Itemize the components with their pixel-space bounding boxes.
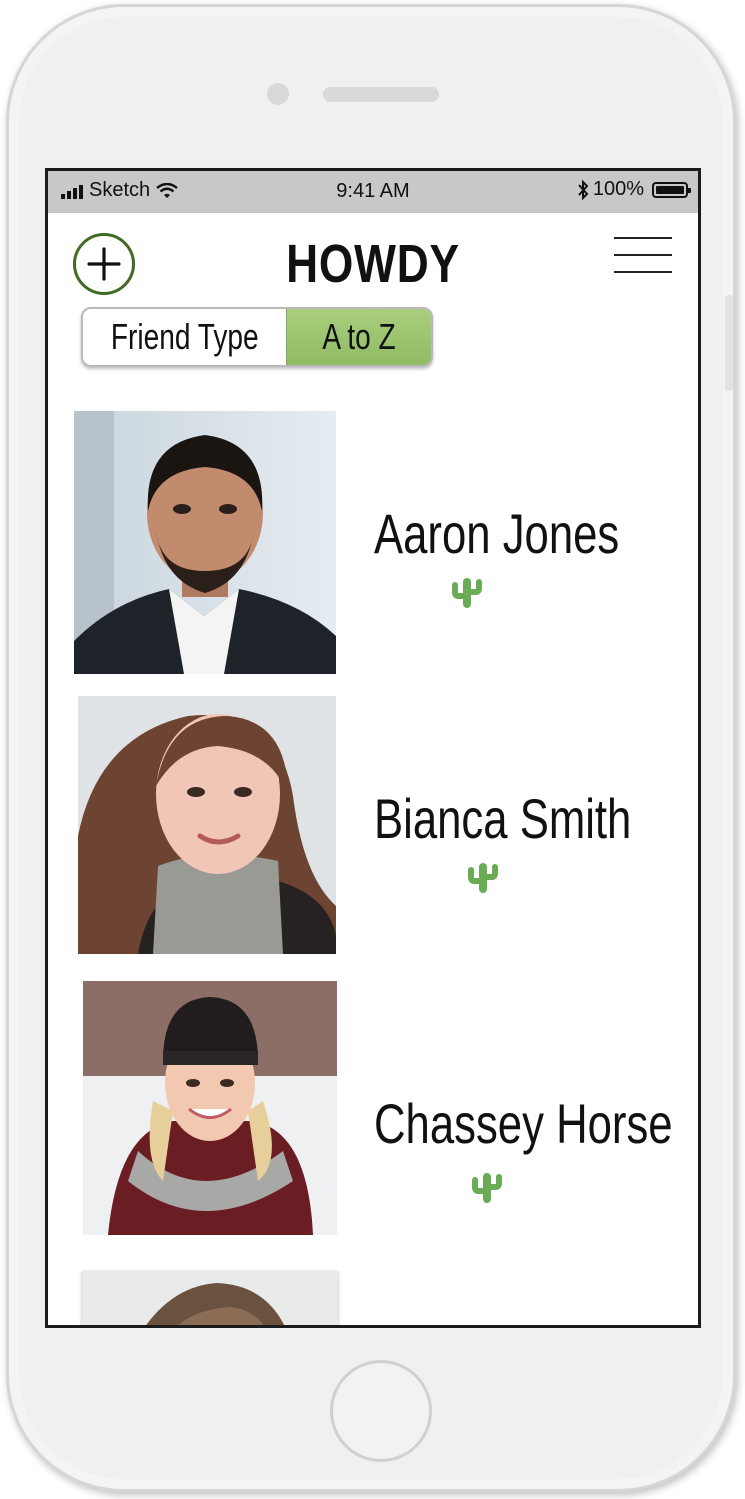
battery-percent: 100% bbox=[592, 178, 644, 200]
cactus-icon bbox=[468, 863, 498, 893]
battery-icon bbox=[652, 181, 691, 198]
avatar-image bbox=[78, 696, 336, 954]
sort-option-friend-type[interactable]: Friend Type bbox=[83, 309, 286, 365]
bluetooth-icon bbox=[578, 179, 589, 200]
home-button[interactable] bbox=[330, 1360, 432, 1462]
earpiece-speaker bbox=[323, 87, 439, 102]
friend-list-item[interactable]: Aaron Jones bbox=[48, 411, 698, 677]
status-bar: Sketch 9:41 AM 100% bbox=[48, 171, 698, 213]
friend-list-item[interactable]: Bianca Smith bbox=[48, 696, 698, 962]
avatar-image bbox=[83, 981, 337, 1235]
friend-list-item[interactable] bbox=[48, 1271, 698, 1325]
avatar-image bbox=[82, 1271, 338, 1325]
hamburger-menu-icon[interactable] bbox=[614, 237, 672, 273]
cactus-icon bbox=[472, 1173, 502, 1203]
app-screen: Sketch 9:41 AM 100% HOWDY Friend Type A … bbox=[45, 168, 701, 1328]
friend-list-item[interactable]: Chassey Horse bbox=[48, 981, 698, 1247]
friend-photo[interactable] bbox=[74, 411, 336, 674]
friend-photo[interactable] bbox=[82, 1271, 338, 1325]
cactus-icon bbox=[452, 578, 482, 608]
friend-photo[interactable] bbox=[83, 981, 337, 1235]
avatar-image bbox=[74, 411, 336, 674]
sort-toggle: Friend Type A to Z bbox=[81, 307, 433, 367]
front-camera bbox=[267, 83, 289, 105]
sort-option-a-to-z[interactable]: A to Z bbox=[286, 309, 431, 365]
side-button bbox=[725, 295, 733, 391]
friend-photo[interactable] bbox=[78, 696, 336, 954]
friend-name: Aaron Jones bbox=[374, 502, 620, 565]
page-title: HOWDY bbox=[286, 234, 460, 294]
friend-name: Bianca Smith bbox=[374, 787, 632, 850]
friend-name: Chassey Horse bbox=[374, 1092, 673, 1155]
